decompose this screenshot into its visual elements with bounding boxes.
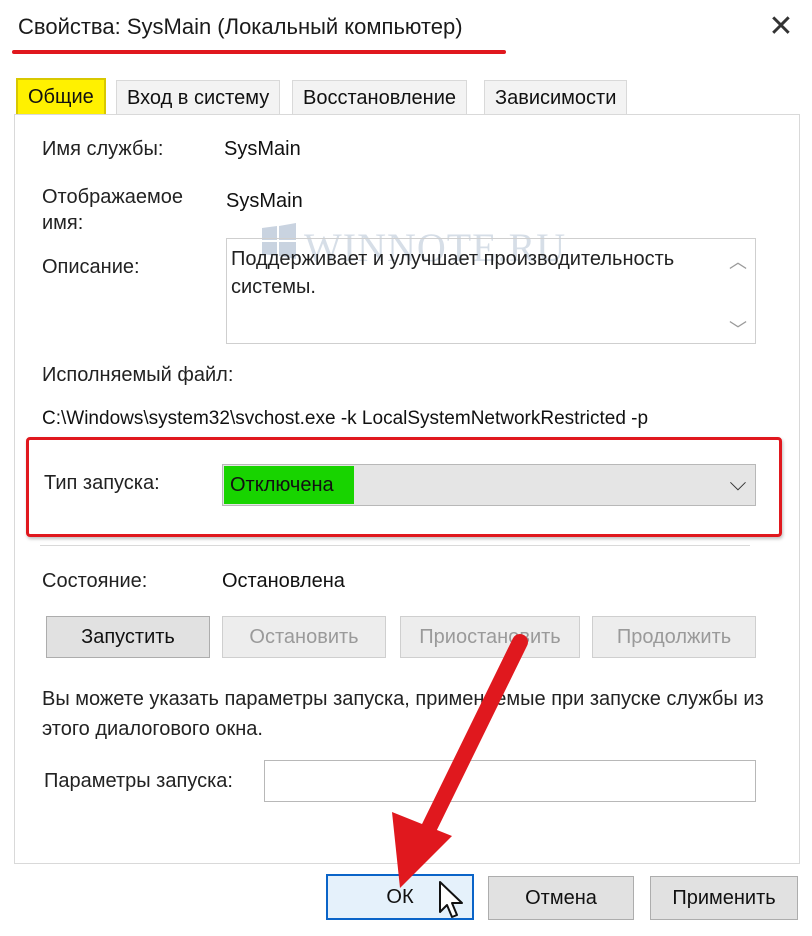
window-title: Свойства: SysMain (Локальный компьютер)	[18, 14, 463, 39]
display-name-label-line2: имя:	[42, 212, 84, 234]
display-name-label-line1: Отображаемое	[42, 186, 183, 208]
service-name-label: Имя службы:	[42, 138, 164, 160]
start-params-input[interactable]	[264, 760, 756, 802]
start-params-hint: Вы можете указать параметры запуска, при…	[42, 688, 764, 740]
executable-path: C:\Windows\system32\svchost.exe -k Local…	[42, 408, 649, 429]
section-divider	[40, 545, 750, 546]
start-params-label: Параметры запуска:	[44, 770, 233, 792]
description-textbox[interactable]: Поддерживает и улучшает производительнос…	[226, 238, 756, 344]
title-highlight-underline	[12, 50, 506, 54]
mouse-cursor-icon	[439, 881, 463, 918]
service-name-value: SysMain	[224, 138, 301, 160]
description-label: Описание:	[42, 256, 140, 278]
tab-logon[interactable]: Вход в систему	[116, 80, 281, 114]
pause-button[interactable]: Приостановить	[400, 616, 580, 658]
apply-button[interactable]: Применить	[650, 876, 798, 920]
status-value: Остановлена	[222, 570, 345, 592]
startup-type-highlight-frame	[26, 437, 782, 537]
status-label: Состояние:	[42, 570, 148, 592]
display-name-value: SysMain	[226, 190, 303, 212]
scroll-up-icon[interactable]: ︿	[726, 248, 750, 274]
cancel-button[interactable]: Отмена	[488, 876, 634, 920]
executable-label: Исполняемый файл:	[42, 364, 234, 386]
tab-dependencies[interactable]: Зависимости	[484, 80, 628, 114]
start-button[interactable]: Запустить	[46, 616, 210, 658]
tab-general[interactable]: Общие	[16, 78, 106, 114]
scroll-down-icon[interactable]: ﹀	[726, 316, 750, 342]
resume-button[interactable]: Продолжить	[592, 616, 756, 658]
close-icon[interactable]: ✕	[764, 10, 798, 44]
stop-button[interactable]: Остановить	[222, 616, 386, 658]
tab-recovery[interactable]: Восстановление	[292, 80, 467, 114]
